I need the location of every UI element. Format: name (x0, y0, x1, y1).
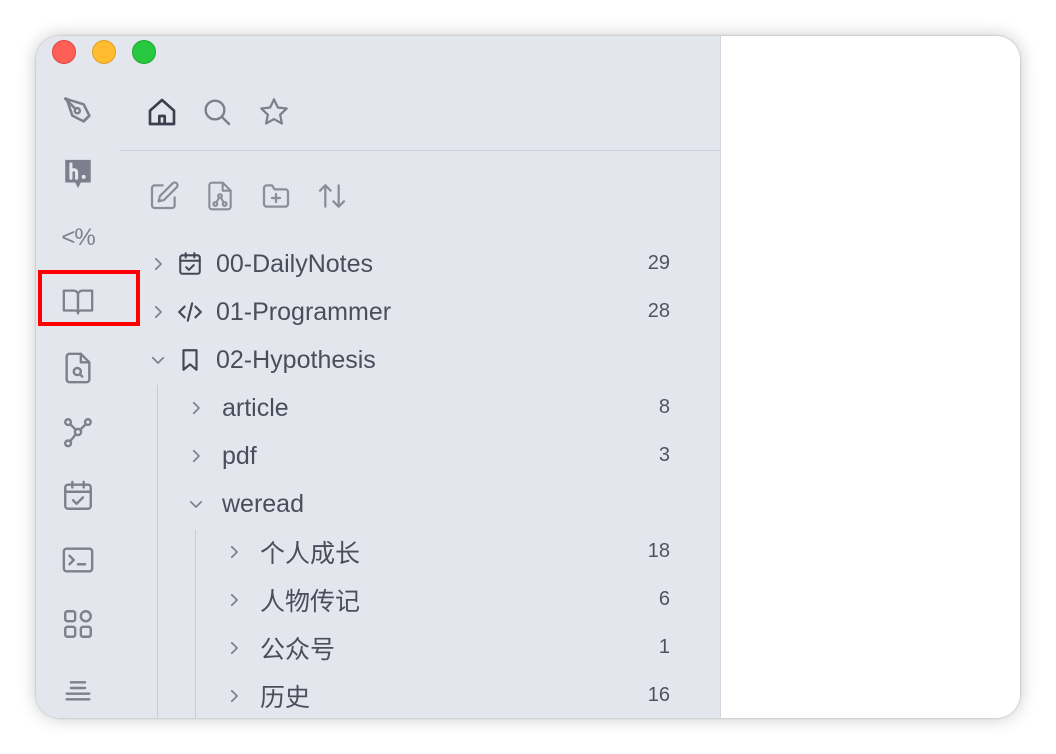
home-icon[interactable] (144, 94, 180, 130)
code-icon (176, 298, 204, 326)
calendar-check-icon (176, 250, 204, 278)
zoom-window-button[interactable] (132, 40, 156, 64)
chevron-right-icon (224, 590, 244, 610)
nav-divider (120, 150, 720, 151)
templater-icon[interactable]: <% (58, 218, 98, 258)
tree-item-label: 个人成长 (260, 540, 361, 568)
chevron-right-icon (186, 398, 206, 418)
terminal-icon[interactable] (58, 540, 98, 580)
chevron-down-icon (148, 350, 168, 370)
chevron-right-icon (224, 686, 244, 706)
pen-nib-icon[interactable] (58, 90, 98, 130)
tree-folder-programmer[interactable]: 01-Programmer (148, 292, 391, 332)
tree-folder-dailynotes[interactable]: 00-DailyNotes (148, 244, 373, 284)
tree-folder-personal-growth[interactable]: 个人成长 (224, 532, 360, 572)
chevron-right-icon (186, 446, 206, 466)
tree-folder-biography[interactable]: 人物传记 (224, 580, 360, 620)
tree-item-label: pdf (222, 441, 257, 470)
tree-folder-article[interactable]: article (186, 388, 289, 428)
tree-item-count: 3 (658, 444, 670, 466)
chevron-right-icon (148, 302, 168, 322)
sort-icon[interactable] (314, 178, 350, 214)
bookmark-icon (176, 346, 204, 374)
tree-folder-hypothesis[interactable]: 02-Hypothesis (148, 340, 376, 380)
chevron-right-icon (148, 254, 168, 274)
chevron-down-icon (186, 494, 206, 514)
star-icon[interactable] (256, 94, 292, 130)
grid-icon[interactable] (58, 604, 98, 644)
highlight-box (38, 270, 140, 326)
tree-item-label: 历史 (260, 684, 311, 712)
chevron-right-icon (224, 638, 244, 658)
tree-item-count: 18 (647, 540, 670, 562)
tree-item-count: 28 (647, 300, 670, 322)
chevron-right-icon (224, 542, 244, 562)
minimize-window-button[interactable] (92, 40, 116, 64)
tree-item-label: 00-DailyNotes (216, 249, 374, 278)
new-canvas-icon[interactable] (202, 178, 238, 214)
graph-icon[interactable] (58, 412, 98, 452)
tree-item-label: 01-Programmer (216, 297, 392, 326)
tree-item-label: 公众号 (260, 636, 336, 664)
tree-folder-official-accounts[interactable]: 公众号 (224, 628, 335, 668)
tree-item-count: 16 (647, 684, 670, 706)
tree-guide (195, 530, 196, 718)
editor-area[interactable] (721, 36, 1020, 718)
tree-item-label: article (222, 393, 289, 422)
tree-item-count: 8 (658, 396, 670, 418)
file-search-icon[interactable] (58, 348, 98, 388)
hypothesis-icon[interactable] (58, 154, 98, 194)
tree-item-label: weread (222, 489, 304, 518)
tree-guide (157, 385, 158, 718)
tree-folder-pdf[interactable]: pdf (186, 436, 257, 476)
tree-item-count: 29 (647, 252, 670, 274)
search-icon[interactable] (199, 94, 235, 130)
app-window: <% 00-DailyNotes 29 01-Programmer 28 02-… (36, 36, 1020, 718)
new-note-icon[interactable] (146, 178, 182, 214)
calendar-check-icon[interactable] (58, 476, 98, 516)
tree-folder-history[interactable]: 历史 (224, 676, 310, 716)
tree-item-label: 02-Hypothesis (216, 345, 376, 374)
list-icon[interactable] (58, 668, 98, 708)
new-folder-icon[interactable] (258, 178, 294, 214)
tree-item-count: 6 (658, 588, 670, 610)
tree-folder-weread[interactable]: weread (186, 484, 304, 524)
sidebar: <% 00-DailyNotes 29 01-Programmer 28 02-… (36, 36, 721, 718)
tree-item-count: 1 (658, 636, 670, 658)
tree-item-label: 人物传记 (260, 588, 361, 616)
close-window-button[interactable] (52, 40, 76, 64)
